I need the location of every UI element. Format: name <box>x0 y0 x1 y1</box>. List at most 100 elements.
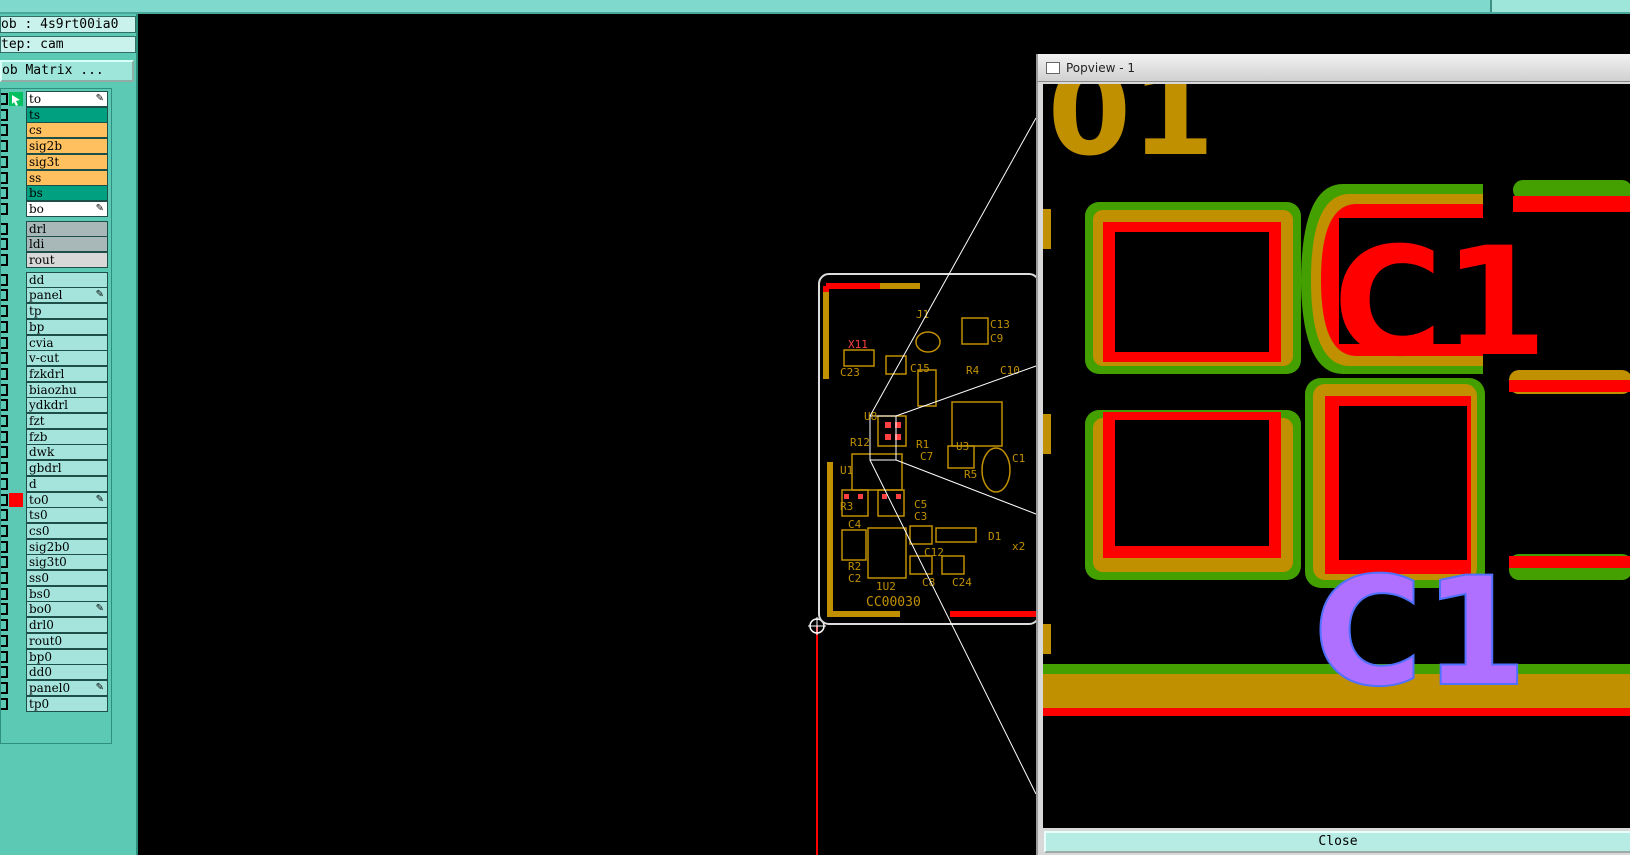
popview-window[interactable]: Popview - 1 J01 <box>1036 54 1630 855</box>
layer-checkbox[interactable] <box>1 238 8 251</box>
layer-checkbox[interactable] <box>1 124 8 137</box>
layer-checkbox[interactable] <box>1 603 8 616</box>
layer-row[interactable]: to0 ✎ <box>1 491 111 508</box>
layer-checkbox[interactable] <box>1 446 8 459</box>
layer-checkbox[interactable] <box>1 289 8 302</box>
layer-name[interactable]: panel0 ✎ <box>26 679 108 696</box>
layer-name[interactable]: sig3t0 <box>26 554 108 571</box>
layer-name[interactable]: bs0 <box>26 585 108 602</box>
layer-checkbox[interactable] <box>1 320 8 333</box>
layer-name[interactable]: to0 ✎ <box>26 491 108 508</box>
layer-name[interactable]: bs <box>26 185 108 202</box>
layer-checkbox[interactable] <box>1 477 8 490</box>
layer-row[interactable]: cvia <box>1 334 111 351</box>
layer-checkbox[interactable] <box>1 650 8 663</box>
layer-row[interactable]: gbdrl <box>1 460 111 477</box>
layer-checkbox[interactable] <box>1 415 8 427</box>
layer-checkbox[interactable] <box>1 108 8 121</box>
layer-name[interactable]: bo0 ✎ <box>26 601 108 618</box>
layer-row[interactable]: ss <box>1 169 111 186</box>
layer-name[interactable]: cvia <box>26 334 108 351</box>
layer-name[interactable]: gbdrl <box>26 460 108 477</box>
layer-row[interactable]: panel ✎ <box>1 287 111 304</box>
layer-checkbox[interactable] <box>1 540 8 553</box>
layer-name[interactable]: dwk <box>26 444 108 461</box>
layer-row[interactable]: cs0 <box>1 522 111 539</box>
layer-row[interactable]: bs <box>1 185 111 202</box>
layer-checkbox[interactable] <box>1 93 8 105</box>
layer-row[interactable]: to ✎ <box>1 91 111 107</box>
layer-row[interactable]: sig3t0 <box>1 554 111 571</box>
layer-row[interactable]: cs <box>1 122 111 139</box>
layer-name[interactable]: cs0 <box>26 522 108 539</box>
layer-checkbox[interactable] <box>1 336 8 349</box>
layer-checkbox[interactable] <box>1 140 8 153</box>
layer-checkbox[interactable] <box>1 697 8 710</box>
layer-name[interactable]: cs <box>26 122 108 139</box>
layer-checkbox[interactable] <box>1 273 8 286</box>
layer-row[interactable]: sig2b0 <box>1 538 111 555</box>
layer-name[interactable]: drl0 <box>26 617 108 634</box>
layer-row[interactable]: ldi <box>1 236 111 253</box>
layer-name[interactable]: rout0 <box>26 632 108 649</box>
layer-row[interactable]: dd0 <box>1 664 111 681</box>
layer-row[interactable]: ydkdrl <box>1 397 111 414</box>
layer-name[interactable]: d <box>26 475 108 492</box>
job-matrix-button[interactable]: ob Matrix ... <box>0 60 134 82</box>
layer-name[interactable]: rout <box>26 252 108 268</box>
layer-row[interactable]: fzb <box>1 428 111 445</box>
layer-name[interactable]: ss0 <box>26 570 108 586</box>
layer-row[interactable]: bo ✎ <box>1 200 111 217</box>
layer-row[interactable]: bo0 ✎ <box>1 601 111 618</box>
layer-row[interactable]: bp <box>1 318 111 335</box>
layer-name[interactable]: bo ✎ <box>26 200 108 217</box>
layer-name[interactable]: ydkdrl <box>26 397 108 414</box>
layer-name[interactable]: fzb <box>26 428 108 445</box>
layer-row[interactable]: dd <box>1 271 111 288</box>
close-button[interactable]: Close <box>1044 831 1630 853</box>
layer-checkbox[interactable] <box>1 493 8 506</box>
layer-row[interactable]: biaozhu <box>1 381 111 398</box>
layer-checkbox[interactable] <box>1 619 8 632</box>
layer-name[interactable]: ts0 <box>26 507 108 524</box>
layer-row[interactable]: bs0 <box>1 585 111 602</box>
layer-name[interactable]: bp <box>26 318 108 335</box>
layer-checkbox[interactable] <box>1 681 8 694</box>
layer-row[interactable]: rout <box>1 252 111 268</box>
popview-zoom-view[interactable]: J01 <box>1043 84 1630 828</box>
layer-row[interactable]: bp0 <box>1 648 111 665</box>
layer-row[interactable]: sig2b <box>1 138 111 155</box>
layer-row[interactable]: ss0 <box>1 570 111 586</box>
layer-checkbox[interactable] <box>1 666 8 679</box>
layer-name[interactable]: sig2b <box>26 138 108 155</box>
layer-name[interactable]: bp0 <box>26 648 108 665</box>
layer-row[interactable]: d <box>1 475 111 492</box>
popview-title[interactable]: Popview - 1 <box>1038 54 1630 82</box>
layer-checkbox[interactable] <box>1 352 8 365</box>
layer-row[interactable]: sig3t <box>1 153 111 170</box>
layer-name[interactable]: drl <box>26 220 108 237</box>
layer-name[interactable]: panel ✎ <box>26 287 108 304</box>
layer-name[interactable]: sig3t <box>26 153 108 170</box>
layer-checkbox[interactable] <box>1 572 8 584</box>
layer-row[interactable]: drl <box>1 220 111 237</box>
layer-checkbox[interactable] <box>1 634 8 647</box>
layer-row[interactable]: drl0 <box>1 617 111 634</box>
layer-row[interactable]: rout0 <box>1 632 111 649</box>
layer-checkbox[interactable] <box>1 462 8 475</box>
layer-name[interactable]: ldi <box>26 236 108 253</box>
layer-checkbox[interactable] <box>1 305 8 318</box>
layer-row[interactable]: v-cut <box>1 350 111 367</box>
layer-checkbox[interactable] <box>1 556 8 569</box>
layer-checkbox[interactable] <box>1 171 8 184</box>
layer-checkbox[interactable] <box>1 430 8 443</box>
layer-checkbox[interactable] <box>1 367 8 380</box>
layer-checkbox[interactable] <box>1 202 8 215</box>
layer-checkbox[interactable] <box>1 383 8 396</box>
layer-name[interactable]: fzkdrl <box>26 365 108 382</box>
layer-name[interactable]: tp0 <box>26 695 108 712</box>
layer-checkbox[interactable] <box>1 222 8 235</box>
layer-name[interactable]: tp <box>26 303 108 320</box>
layer-checkbox[interactable] <box>1 509 8 522</box>
layer-name[interactable]: fzt <box>26 413 108 429</box>
